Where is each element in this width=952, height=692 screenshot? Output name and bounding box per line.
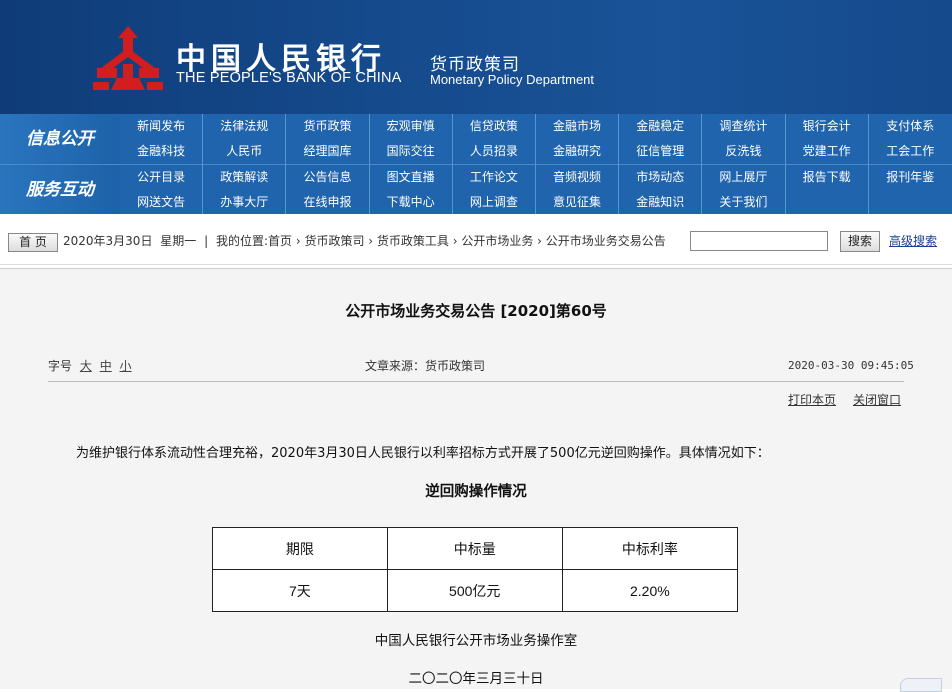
nav-item[interactable]: 市场动态	[619, 165, 703, 190]
nav-item[interactable]: 宏观审慎	[370, 114, 453, 139]
nav-group-label: 信息公开	[0, 114, 120, 164]
nav-item[interactable]: 银行会计	[786, 114, 869, 139]
divider	[48, 381, 904, 382]
nav-item[interactable]: 新闻发布	[120, 114, 204, 139]
nav-item[interactable]: 金融市场	[536, 114, 620, 139]
nav-item[interactable]: 金融稳定	[619, 114, 703, 139]
current-date: 2020年3月30日	[63, 234, 153, 248]
nav-group-label: 服务互动	[0, 165, 120, 215]
nav-item[interactable]: 金融科技	[120, 139, 204, 164]
advanced-search-link[interactable]: 高级搜索	[889, 233, 937, 250]
article-subheading: 逆回购操作情况	[425, 484, 527, 500]
nav-item[interactable]: 国际交往	[370, 139, 453, 164]
nav-item[interactable]: 图文直播	[370, 165, 453, 190]
nav-item[interactable]: 意见征集	[536, 190, 620, 215]
font-size-small-link[interactable]: 小	[120, 359, 132, 373]
signature-office: 中国人民银行公开市场业务操作室	[374, 633, 578, 649]
nav-item[interactable]: 下载中心	[370, 190, 453, 215]
breadcrumb-separator: |	[204, 234, 209, 248]
table-header-row: 期限 中标量 中标利率	[212, 527, 739, 570]
table-header-cell: 中标利率	[561, 527, 739, 570]
article-container	[0, 268, 952, 689]
nav-group-info-disclosure: 信息公开 新闻发布 法律法规 货币政策 宏观审慎 信贷政策 金融市场 金融稳定 调查统计 银行会…	[0, 114, 952, 164]
font-size-medium-link[interactable]: 中	[100, 359, 112, 373]
header-banner: 中国人民银行 THE PEOPLE'S BANK OF CHINA 货币政策司 …	[0, 0, 952, 114]
close-window-link[interactable]: 关闭窗口	[853, 391, 901, 408]
nav-item[interactable]: 网送文告	[120, 190, 204, 215]
bank-name-en: THE PEOPLE'S BANK OF CHINA	[176, 70, 402, 86]
home-button[interactable]: 首 页	[8, 233, 58, 252]
floating-widget-icon[interactable]	[900, 678, 942, 692]
nav-item[interactable]: 经理国库	[286, 139, 370, 164]
table-cell: 2.20%	[561, 569, 739, 612]
nav-item[interactable]: 金融研究	[536, 139, 620, 164]
nav-item[interactable]: 办事大厅	[203, 190, 287, 215]
table-cell: 500亿元	[386, 569, 563, 612]
font-size-label: 字号	[48, 359, 73, 373]
nav-item[interactable]: 关于我们	[702, 190, 786, 215]
nav-item[interactable]: 音频视频	[536, 165, 620, 190]
nav-item[interactable]: 调查统计	[702, 114, 786, 139]
nav-item[interactable]: 报告下载	[786, 165, 869, 190]
print-page-link[interactable]: 打印本页	[788, 391, 836, 408]
reverse-repo-table: 期限 中标量 中标利率 7天 500亿元 2.20%	[212, 527, 739, 612]
table-header-cell: 期限	[212, 527, 388, 570]
nav-item[interactable]: 征信管理	[619, 139, 703, 164]
search-button[interactable]: 搜索	[840, 231, 880, 252]
nav-item[interactable]: 政策解读	[203, 165, 287, 190]
font-size-large-link[interactable]: 大	[80, 359, 92, 373]
article-source: 文章来源：货币政策司	[365, 359, 486, 373]
department-name-en: Monetary Policy Department	[430, 72, 595, 87]
article-timestamp: 2020-03-30 09:45:05	[788, 359, 914, 372]
nav-item[interactable]: 党建工作	[786, 139, 869, 164]
nav-items: 公开目录 政策解读 公告信息 图文直播 工作论文 音频视频 市场动态 网上展厅 报告下载 报刊年鉴…	[120, 165, 952, 215]
nav-item[interactable]: 网上展厅	[702, 165, 786, 190]
nav-item[interactable]: 工会工作	[869, 139, 952, 164]
nav-item[interactable]: 支付体系	[869, 114, 952, 139]
breadcrumb-path[interactable]: 我的位置:首页 › 货币政策司 › 货币政策工具 › 公开市场业务 › 公开市场…	[216, 234, 666, 248]
nav-item[interactable]: 公告信息	[286, 165, 370, 190]
nav-item[interactable]: 金融知识	[619, 190, 703, 215]
article-paragraph: 为维护银行体系流动性合理充裕，2020年3月30日人民银行以利率招标方式开展了5…	[76, 446, 770, 461]
nav-item[interactable]: 网上调查	[453, 190, 536, 215]
nav-item[interactable]: 报刊年鉴	[869, 165, 952, 190]
nav-item	[786, 190, 869, 215]
font-size-selector: 字号 大 中 小	[48, 358, 132, 374]
article-title: 公开市场业务交易公告 [2020]第60号	[345, 302, 607, 320]
nav-group-service-interaction: 服务互动 公开目录 政策解读 公告信息 图文直播 工作论文 音频视频 市场动态 网上展厅 报告下…	[0, 164, 952, 215]
table-header-cell: 中标量	[386, 527, 563, 570]
pboc-logo-icon	[93, 26, 163, 90]
signature-date: 二〇二〇年三月三十日	[408, 671, 544, 687]
nav-item[interactable]: 人员招录	[453, 139, 536, 164]
nav-item[interactable]: 公开目录	[120, 165, 204, 190]
nav-item[interactable]: 信贷政策	[453, 114, 536, 139]
nav-item[interactable]: 人民币	[203, 139, 287, 164]
main-navigation: 信息公开 新闻发布 法律法规 货币政策 宏观审慎 信贷政策 金融市场 金融稳定 调查统计 银行会…	[0, 114, 952, 215]
nav-item[interactable]: 货币政策	[286, 114, 370, 139]
table-row: 7天 500亿元 2.20%	[212, 569, 739, 612]
current-weekday: 星期一	[160, 234, 197, 248]
nav-item	[869, 190, 952, 215]
search-input[interactable]	[690, 231, 828, 251]
nav-item[interactable]: 反洗钱	[702, 139, 786, 164]
nav-item[interactable]: 工作论文	[453, 165, 536, 190]
breadcrumb: 2020年3月30日 星期一 | 我的位置:首页 › 货币政策司 › 货币政策工…	[63, 233, 670, 250]
nav-items: 新闻发布 法律法规 货币政策 宏观审慎 信贷政策 金融市场 金融稳定 调查统计 银行会计 支付体系…	[120, 114, 952, 164]
nav-item[interactable]: 在线申报	[286, 190, 370, 215]
nav-item[interactable]: 法律法规	[203, 114, 287, 139]
table-cell: 7天	[212, 569, 388, 612]
